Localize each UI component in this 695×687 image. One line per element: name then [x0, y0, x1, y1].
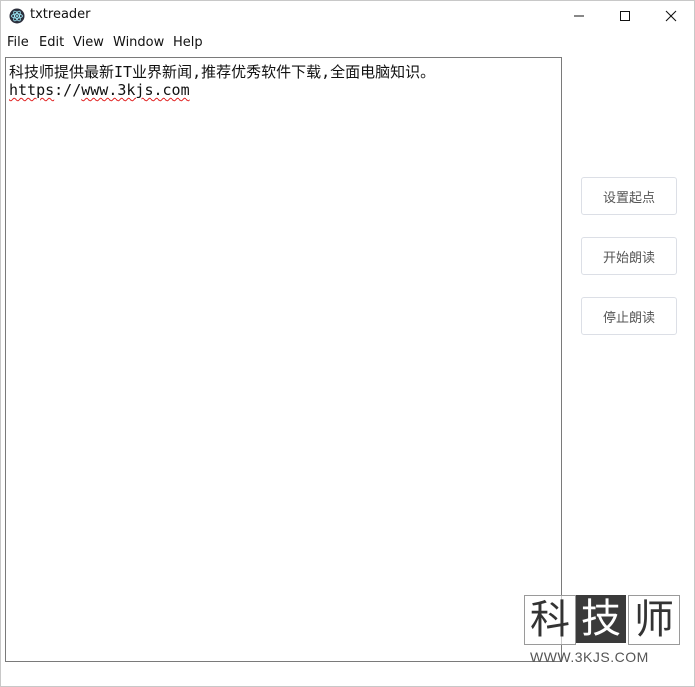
stop-reading-button[interactable]: 停止朗读 [581, 297, 677, 335]
watermark-url: WWW.3KJS.COM [530, 649, 649, 665]
spell-error-url: www.3kjs.com [81, 81, 190, 99]
minimize-button[interactable] [556, 1, 602, 31]
text-editor[interactable]: 科技师提供最新IT业界新闻,推荐优秀软件下载,全面电脑知识。 https://w… [5, 57, 562, 662]
menu-file[interactable]: File [7, 35, 29, 50]
app-icon [9, 8, 25, 24]
maximize-button[interactable] [602, 1, 648, 31]
app-window: txtreader File Edit View Window Help 科技师… [0, 0, 695, 687]
watermark-char-2: 技 [576, 595, 626, 643]
window-title: txtreader [30, 7, 91, 22]
text-line-1: 科技师提供最新IT业界新闻,推荐优秀软件下载,全面电脑知识。 [9, 63, 436, 81]
watermark-char-1: 科 [524, 595, 576, 645]
url-separator: :// [54, 81, 82, 99]
menu-edit[interactable]: Edit [39, 35, 64, 50]
maximize-icon [620, 11, 630, 21]
close-icon [665, 10, 677, 22]
title-bar: txtreader [1, 1, 694, 31]
menu-help[interactable]: Help [173, 35, 203, 50]
menu-view[interactable]: View [73, 35, 104, 50]
menu-window[interactable]: Window [113, 35, 164, 50]
text-line-2: https://www.3kjs.com [9, 81, 190, 99]
start-reading-button[interactable]: 开始朗读 [581, 237, 677, 275]
spell-error-https: https [9, 81, 55, 99]
set-start-button[interactable]: 设置起点 [581, 177, 677, 215]
menu-bar: File Edit View Window Help [1, 31, 694, 53]
minimize-icon [574, 15, 584, 17]
watermark-char-3: 师 [628, 595, 680, 645]
close-button[interactable] [648, 1, 694, 31]
watermark-logo: 科 技 师 WWW.3KJS.COM [524, 595, 682, 665]
